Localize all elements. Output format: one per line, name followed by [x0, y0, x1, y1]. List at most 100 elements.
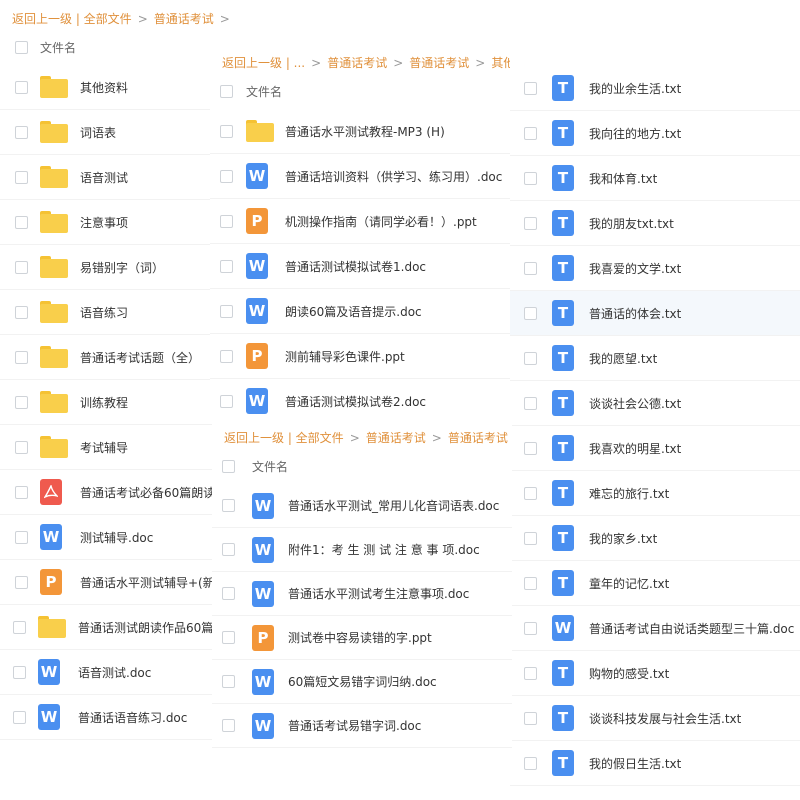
file-row[interactable]: 词语表: [0, 110, 230, 155]
file-checkbox[interactable]: [15, 350, 28, 364]
file-checkbox[interactable]: [13, 665, 26, 679]
file-checkbox[interactable]: [524, 621, 537, 635]
file-checkbox[interactable]: [15, 260, 28, 274]
breadcrumb-link[interactable]: 普通话考试: [366, 431, 426, 445]
file-checkbox[interactable]: [524, 261, 537, 275]
breadcrumb-link[interactable]: 普通话考试: [448, 431, 508, 445]
file-row[interactable]: 其他资料: [0, 65, 230, 110]
file-row[interactable]: W 60篇短文易错字词归纳.doc: [212, 660, 512, 704]
file-checkbox[interactable]: [220, 169, 233, 183]
breadcrumb-link[interactable]: 普通话考试: [154, 12, 214, 26]
file-checkbox[interactable]: [524, 126, 537, 140]
file-row[interactable]: T 我的朋友txt.txt: [510, 201, 800, 246]
breadcrumb-link[interactable]: 普通话考试: [327, 56, 387, 70]
file-row[interactable]: W 测试辅导.doc: [0, 515, 230, 560]
file-checkbox[interactable]: [524, 756, 537, 770]
select-all-checkbox[interactable]: [222, 459, 235, 473]
select-all-checkbox[interactable]: [220, 84, 233, 98]
file-checkbox[interactable]: [220, 214, 233, 228]
file-row[interactable]: 考试辅导: [0, 425, 230, 470]
file-row[interactable]: W 普通话测试模拟试卷2.doc: [210, 379, 510, 420]
file-row[interactable]: W 普通话培训资料（供学习、练习用）.doc: [210, 154, 510, 199]
file-row[interactable]: 注意事项: [0, 200, 230, 245]
file-checkbox[interactable]: [15, 440, 28, 454]
file-checkbox[interactable]: [15, 80, 28, 94]
file-checkbox[interactable]: [524, 486, 537, 500]
file-row[interactable]: T 购物的感受.txt: [510, 651, 800, 696]
file-checkbox[interactable]: [524, 306, 537, 320]
file-checkbox[interactable]: [222, 631, 235, 644]
file-checkbox[interactable]: [220, 124, 233, 138]
file-row[interactable]: 普通话考试话题（全）: [0, 335, 230, 380]
file-checkbox[interactable]: [222, 543, 235, 556]
file-row[interactable]: T 难忘的旅行.txt: [510, 471, 800, 516]
file-checkbox[interactable]: [222, 499, 235, 512]
file-checkbox[interactable]: [222, 675, 235, 688]
file-row[interactable]: T 普通话的体会.txt: [510, 291, 800, 336]
file-checkbox[interactable]: [15, 485, 28, 499]
file-row[interactable]: T 我喜爱的文学.txt: [510, 246, 800, 291]
file-checkbox[interactable]: [524, 81, 537, 95]
file-checkbox[interactable]: [524, 216, 537, 230]
file-checkbox[interactable]: [222, 719, 235, 732]
file-row[interactable]: 语音测试: [0, 155, 230, 200]
file-row[interactable]: T 我的业余生活.txt: [510, 66, 800, 111]
file-checkbox[interactable]: [15, 305, 28, 319]
file-checkbox[interactable]: [15, 215, 28, 229]
file-row[interactable]: P 普通话水平测试辅导+(新: [0, 560, 230, 605]
file-row[interactable]: 训练教程: [0, 380, 230, 425]
file-row[interactable]: T 我的家乡.txt: [510, 516, 800, 561]
file-row[interactable]: T 我向往的地方.txt: [510, 111, 800, 156]
file-row[interactable]: 语音练习: [0, 290, 230, 335]
file-row[interactable]: W 普通话考试易错字词.doc: [212, 704, 512, 748]
file-row[interactable]: T 我喜欢的明星.txt: [510, 426, 800, 471]
breadcrumb-link[interactable]: 普通话考试: [409, 56, 469, 70]
file-row[interactable]: W 普通话水平测试_常用儿化音词语表.doc: [212, 484, 512, 528]
file-row[interactable]: T 谈谈社会公德.txt: [510, 381, 800, 426]
file-checkbox[interactable]: [524, 711, 537, 725]
file-checkbox[interactable]: [15, 170, 28, 184]
file-checkbox[interactable]: [524, 396, 537, 410]
file-row[interactable]: W 普通话水平测试考生注意事项.doc: [212, 572, 512, 616]
file-checkbox[interactable]: [15, 575, 28, 589]
file-checkbox[interactable]: [524, 666, 537, 680]
file-row[interactable]: 普通话水平测试教程-MP3 (H): [210, 109, 510, 154]
file-checkbox[interactable]: [524, 441, 537, 455]
file-row[interactable]: W 普通话测试模拟试卷1.doc: [210, 244, 510, 289]
file-row[interactable]: 普通话测试朗读作品60篇: [0, 605, 230, 650]
file-row[interactable]: P 测前辅导彩色课件.ppt: [210, 334, 510, 379]
file-row[interactable]: 易错别字（词）: [0, 245, 230, 290]
breadcrumb-link[interactable]: 返回上一级 | 全部文件: [12, 12, 132, 26]
file-row[interactable]: W 朗读60篇及语音提示.doc: [210, 289, 510, 334]
file-row[interactable]: W 语音测试.doc: [0, 650, 230, 695]
breadcrumb-link[interactable]: 返回上一级 | ...: [222, 56, 305, 70]
file-checkbox[interactable]: [524, 531, 537, 545]
file-row[interactable]: P 测试卷中容易读错的字.ppt: [212, 616, 512, 660]
file-row[interactable]: T 我和体育.txt: [510, 156, 800, 201]
file-checkbox[interactable]: [524, 576, 537, 590]
file-checkbox[interactable]: [15, 125, 28, 139]
file-checkbox[interactable]: [15, 530, 28, 544]
file-row[interactable]: W 普通话语音练习.doc: [0, 695, 230, 740]
file-row[interactable]: T 我的假日生活.txt: [510, 741, 800, 786]
file-row[interactable]: W 普通话考试自由说话类题型三十篇.doc: [510, 606, 800, 651]
file-checkbox[interactable]: [13, 620, 26, 634]
file-checkbox[interactable]: [524, 351, 537, 365]
select-all-checkbox[interactable]: [15, 40, 28, 54]
file-row[interactable]: T 我的愿望.txt: [510, 336, 800, 381]
file-checkbox[interactable]: [524, 171, 537, 185]
file-row[interactable]: W 附件1：考 生 测 试 注 意 事 项.doc: [212, 528, 512, 572]
file-row[interactable]: T 谈谈科技发展与社会生活.txt: [510, 696, 800, 741]
file-checkbox[interactable]: [220, 349, 233, 363]
breadcrumb-link[interactable]: 其他资料: [491, 56, 510, 70]
file-row[interactable]: 普通话考试必备60篇朗读: [0, 470, 230, 515]
file-checkbox[interactable]: [222, 587, 235, 600]
file-checkbox[interactable]: [220, 394, 233, 408]
file-checkbox[interactable]: [220, 259, 233, 273]
file-checkbox[interactable]: [15, 395, 28, 409]
file-checkbox[interactable]: [13, 710, 26, 724]
file-row[interactable]: P 机测操作指南（请同学必看！）.ppt: [210, 199, 510, 244]
breadcrumb-link[interactable]: 返回上一级 | 全部文件: [224, 431, 344, 445]
file-row[interactable]: T 童年的记忆.txt: [510, 561, 800, 606]
file-checkbox[interactable]: [220, 304, 233, 318]
